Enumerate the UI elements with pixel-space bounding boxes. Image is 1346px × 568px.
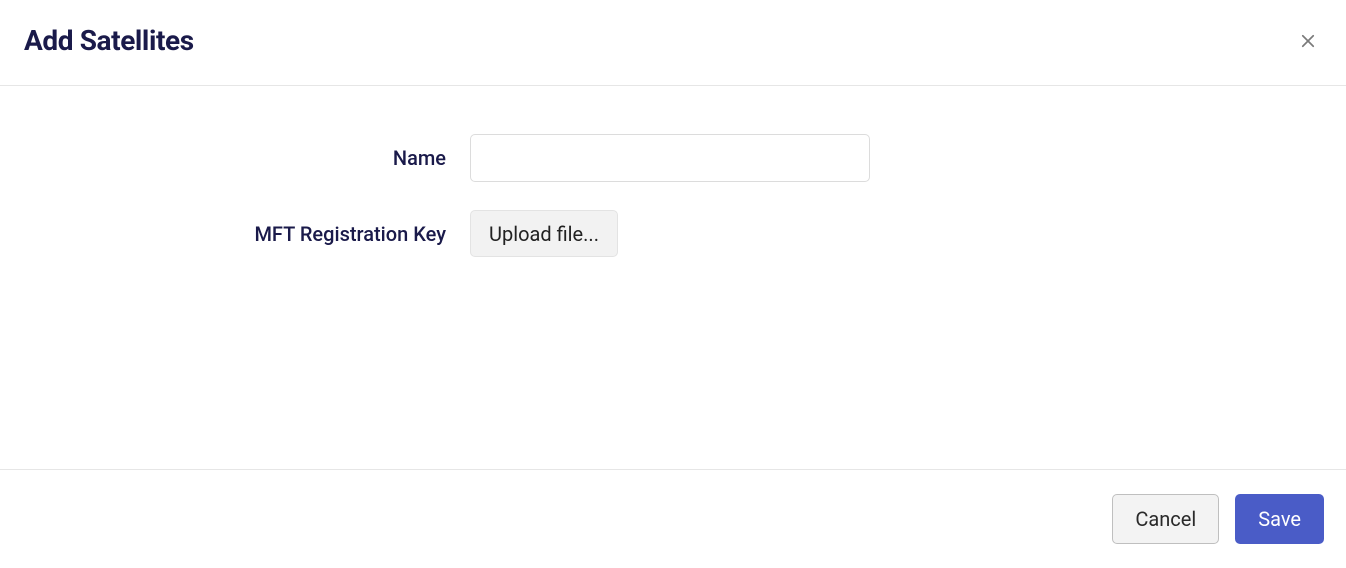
dialog-footer: Cancel Save [0,469,1346,568]
upload-file-button[interactable]: Upload file... [470,210,618,257]
dialog-body: Name MFT Registration Key Upload file... [0,86,1346,305]
form-row-mft-key: MFT Registration Key Upload file... [20,210,1326,257]
name-input[interactable] [470,134,870,182]
save-button[interactable]: Save [1235,494,1324,544]
dialog-title: Add Satellites [24,24,194,57]
close-icon[interactable] [1298,31,1318,51]
name-label: Name [20,146,470,170]
mft-key-label: MFT Registration Key [20,222,470,246]
dialog-header: Add Satellites [0,0,1346,86]
form-row-name: Name [20,134,1326,182]
cancel-button[interactable]: Cancel [1112,494,1219,544]
